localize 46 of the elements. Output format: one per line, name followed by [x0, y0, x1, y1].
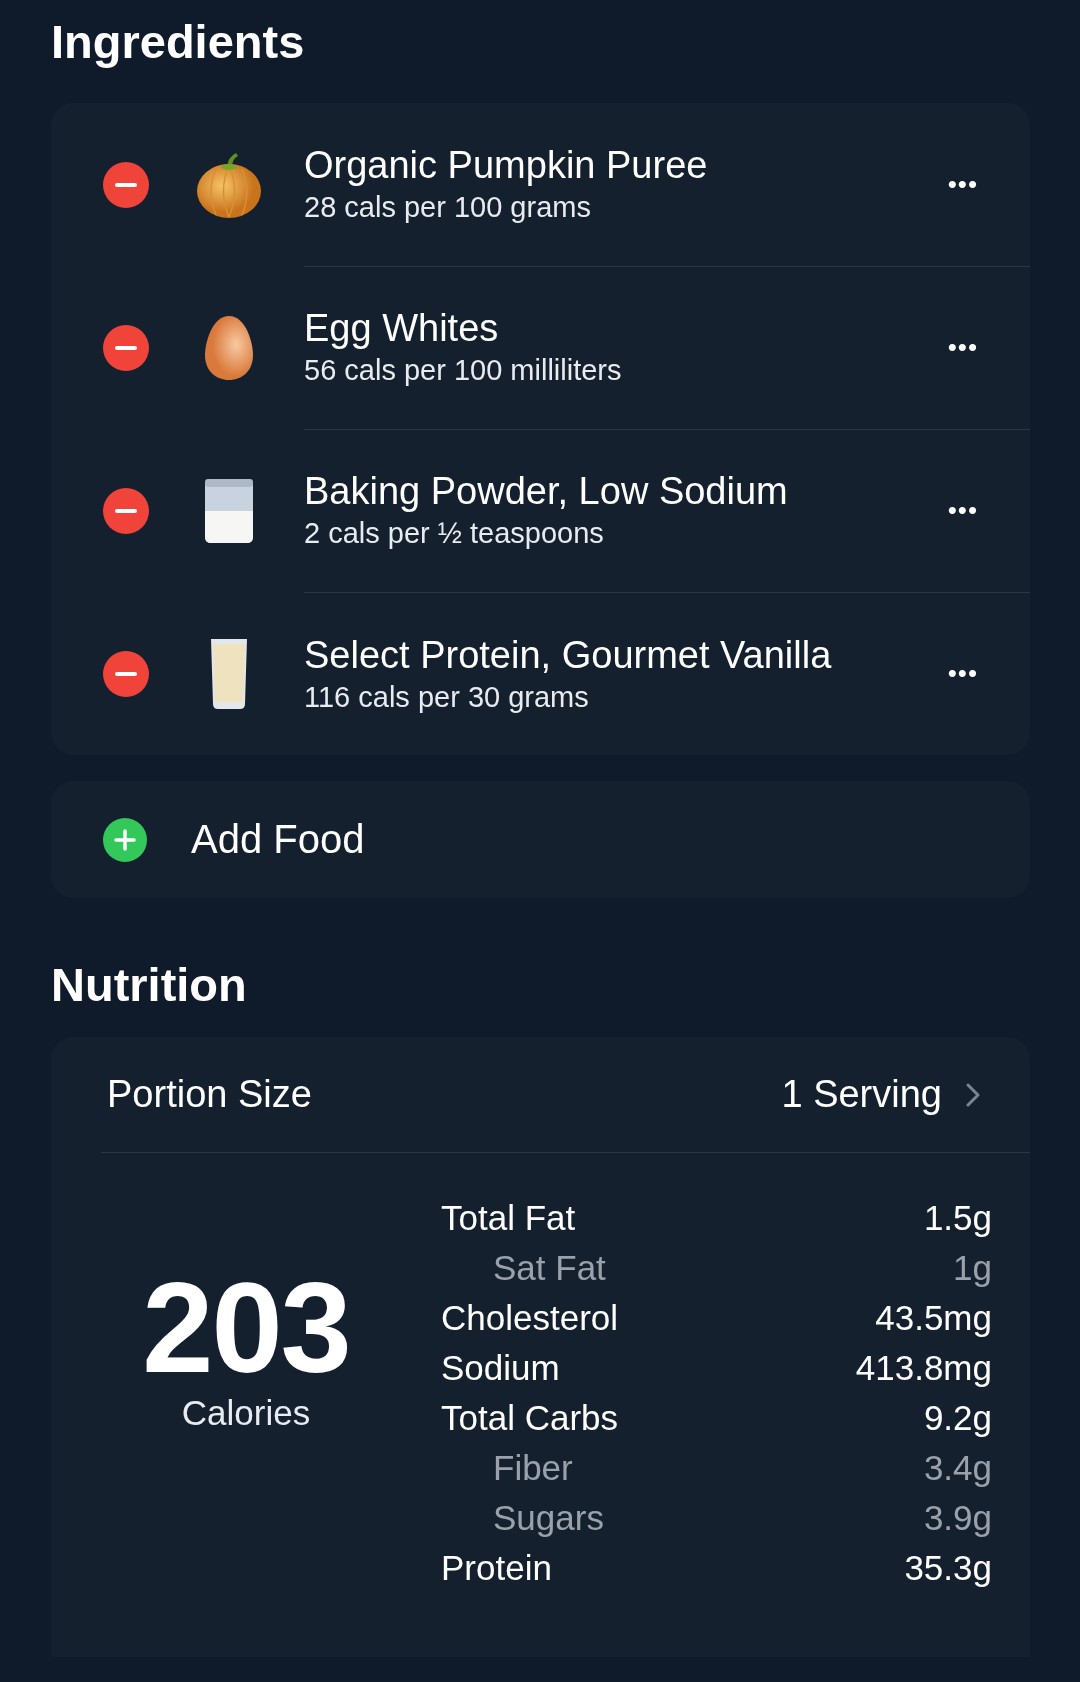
- nutrient-amount: 1.5g: [923, 1198, 992, 1238]
- nutrient-amount: 413.8mg: [855, 1348, 992, 1388]
- nutrient-amount: 3.9g: [923, 1498, 992, 1538]
- portion-value: 1 Serving: [781, 1073, 942, 1116]
- jar-icon: [204, 476, 254, 545]
- nutrient-amount: 3.4g: [923, 1448, 992, 1488]
- nutrient-amount: 35.3g: [904, 1548, 992, 1588]
- more-button[interactable]: •••: [947, 494, 978, 526]
- nutrient-name: Sugars: [492, 1498, 604, 1538]
- food-calories: 28 cals per 100 grams: [304, 190, 592, 225]
- remove-button[interactable]: [103, 161, 149, 208]
- chevron-right-icon: [966, 1082, 980, 1107]
- calories-value: 203: [142, 1263, 350, 1393]
- remove-button[interactable]: [103, 650, 149, 697]
- nutrient-amount: 9.2g: [923, 1398, 992, 1438]
- nutrient-name: Total Carbs: [441, 1398, 619, 1438]
- add-food-button[interactable]: Add Food: [51, 781, 1030, 898]
- nutrient-name: Protein: [441, 1548, 552, 1588]
- food-name: Egg Whites: [304, 306, 500, 351]
- plus-icon: [103, 817, 147, 862]
- section-heading: Nutrition: [51, 957, 248, 1013]
- food-name: Organic Pumpkin Puree: [304, 143, 709, 188]
- remove-button[interactable]: [103, 487, 149, 534]
- food-name: Select Protein, Gourmet Vanilla: [304, 632, 833, 678]
- more-button[interactable]: •••: [947, 331, 978, 363]
- nutrient-amount: 1g: [953, 1248, 992, 1288]
- nutrient-name: Cholesterol: [441, 1298, 619, 1338]
- food-calories: 116 cals per 30 grams: [304, 679, 590, 715]
- food-calories: 2 cals per ½ teaspoons: [304, 516, 605, 551]
- pumpkin-icon: [196, 150, 262, 219]
- more-button[interactable]: •••: [947, 658, 978, 689]
- glass-icon: [210, 637, 248, 710]
- nutrient-name: Sodium: [441, 1348, 560, 1388]
- more-button[interactable]: •••: [947, 168, 978, 200]
- nutrient-name: Total Fat: [441, 1198, 576, 1238]
- section-heading: Ingredients: [51, 14, 306, 70]
- nutrient-name: Fiber: [492, 1448, 573, 1488]
- portion-label: Portion Size: [107, 1073, 313, 1116]
- food-name: Baking Powder, Low Sodium: [304, 469, 789, 514]
- food-calories: 56 cals per 100 milliliters: [304, 353, 623, 388]
- portion-size-row[interactable]: Portion Size 1 Serving: [101, 1037, 1030, 1153]
- nutrient-name: Sat Fat: [492, 1248, 606, 1288]
- remove-button[interactable]: [103, 324, 149, 371]
- nutrient-amount: 43.5mg: [875, 1298, 992, 1338]
- egg-icon: [204, 314, 254, 381]
- calories-label: Calories: [181, 1393, 311, 1433]
